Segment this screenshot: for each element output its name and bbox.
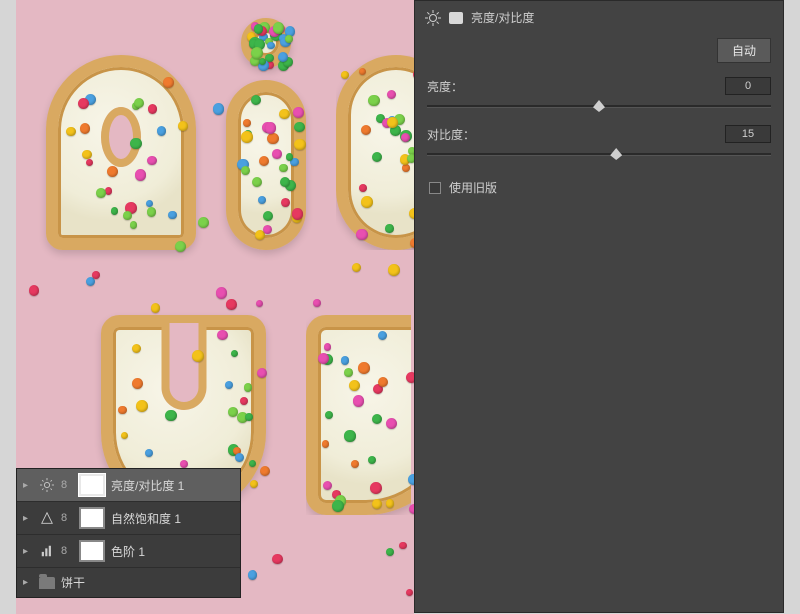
expand-arrow-icon[interactable]: ▸ <box>23 546 33 557</box>
brightness-slider[interactable] <box>427 99 771 113</box>
layer-label: 亮度/对比度 1 <box>111 477 184 494</box>
legacy-checkbox-label: 使用旧版 <box>449 179 497 196</box>
layer-row[interactable]: ▸ 8 亮度/对比度 1 <box>17 469 240 502</box>
mask-thumbnail[interactable] <box>79 474 105 496</box>
cookie-letter <box>306 315 414 515</box>
adjustment-icon <box>39 477 55 493</box>
contrast-slider-group: 对比度： 15 <box>415 121 783 169</box>
expand-arrow-icon[interactable]: ▸ <box>23 480 33 491</box>
brightness-value[interactable]: 0 <box>725 77 771 95</box>
link-icon: 8 <box>61 545 73 557</box>
link-icon: 8 <box>61 512 73 524</box>
brightness-label: 亮度： <box>427 78 463 95</box>
layer-label: 色阶 1 <box>111 543 145 560</box>
properties-panel: 亮度/对比度 自动 亮度： 0 对比度： 15 使用旧版 <box>414 0 784 613</box>
slider-thumb[interactable] <box>593 100 605 112</box>
layers-panel: ▸ 8 亮度/对比度 1 ▸ 8 自然饱和度 1 ▸ 8 色阶 1 ▸ 饼干 <box>16 468 241 598</box>
contrast-value[interactable]: 15 <box>725 125 771 143</box>
group-label: 饼干 <box>61 574 85 591</box>
layer-row[interactable]: ▸ 8 自然饱和度 1 <box>17 502 240 535</box>
layer-group-row[interactable]: ▸ 饼干 <box>17 568 240 597</box>
slider-thumb[interactable] <box>610 148 622 160</box>
contrast-label: 对比度： <box>427 126 475 143</box>
brightness-slider-group: 亮度： 0 <box>415 73 783 121</box>
brightness-icon <box>425 10 441 26</box>
mask-icon <box>449 12 463 24</box>
adjustment-icon <box>39 510 55 526</box>
auto-button[interactable]: 自动 <box>717 38 771 63</box>
contrast-slider[interactable] <box>427 147 771 161</box>
mask-thumbnail[interactable] <box>79 507 105 529</box>
link-icon: 8 <box>61 479 73 491</box>
legacy-checkbox[interactable] <box>429 182 441 194</box>
adjustment-icon <box>39 543 55 559</box>
panel-title: 亮度/对比度 <box>471 9 534 26</box>
folder-icon <box>39 577 55 589</box>
expand-arrow-icon[interactable]: ▸ <box>23 577 33 588</box>
layer-label: 自然饱和度 1 <box>111 510 181 527</box>
layer-row[interactable]: ▸ 8 色阶 1 <box>17 535 240 568</box>
expand-arrow-icon[interactable]: ▸ <box>23 513 33 524</box>
mask-thumbnail[interactable] <box>79 540 105 562</box>
